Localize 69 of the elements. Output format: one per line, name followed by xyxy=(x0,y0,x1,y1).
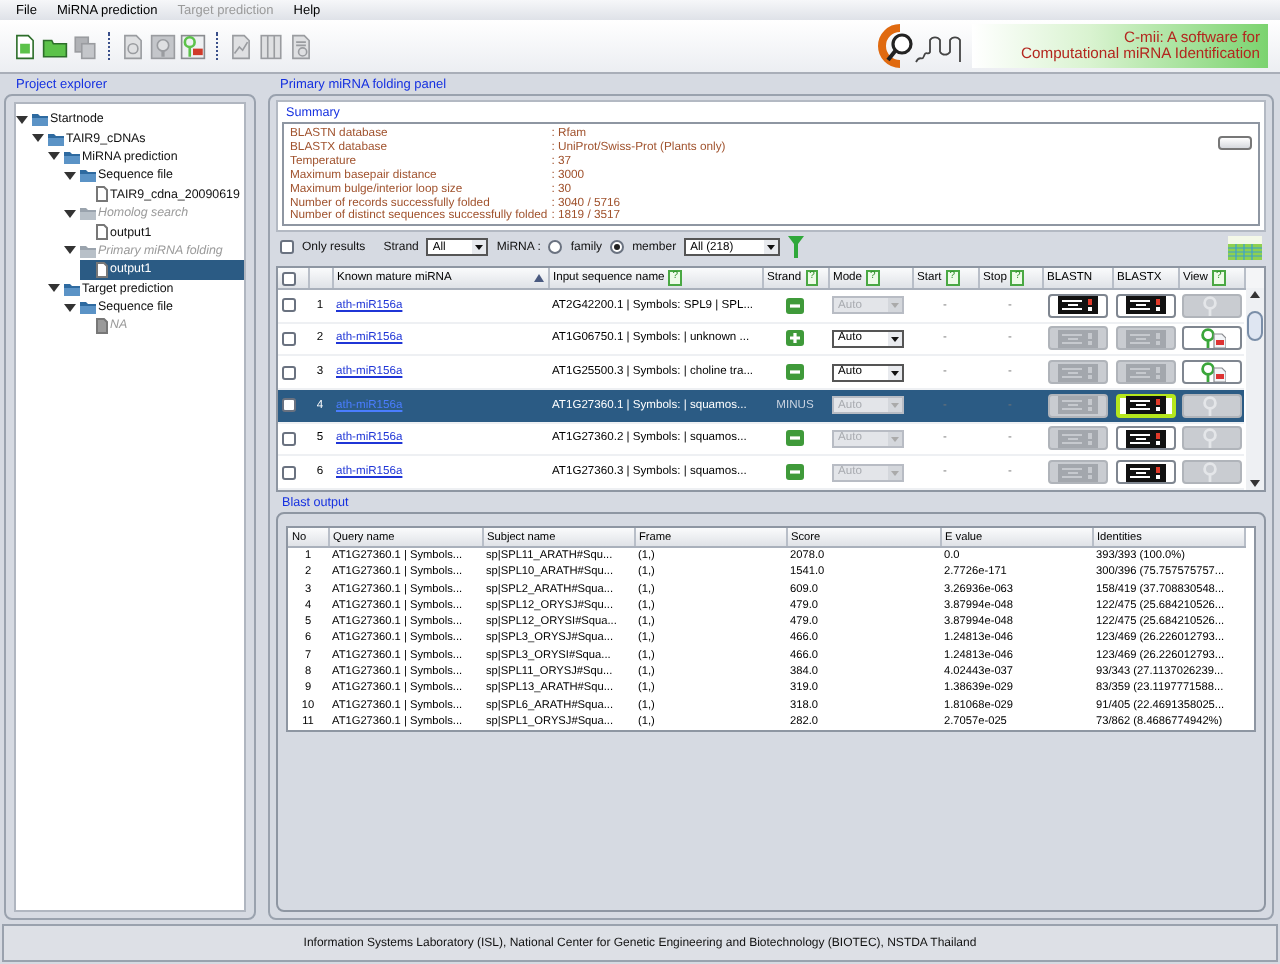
alignment-icon xyxy=(1126,329,1166,348)
file-icon xyxy=(95,186,107,203)
minus-icon xyxy=(786,430,804,447)
more-button[interactable] xyxy=(1218,136,1252,150)
blastx-button[interactable] xyxy=(1116,293,1176,318)
scrollbar[interactable] xyxy=(1245,288,1263,490)
view-button[interactable] xyxy=(1182,393,1242,418)
sequence-grid-icon xyxy=(1228,235,1262,259)
folder-icon xyxy=(63,281,79,296)
folder-icon xyxy=(79,168,95,183)
dropdown-arrow-icon xyxy=(888,465,902,480)
radio-button[interactable] xyxy=(610,240,625,254)
expand-arrow-icon[interactable] xyxy=(64,301,76,314)
alignment-icon xyxy=(1057,429,1097,448)
folder-icon xyxy=(63,149,79,164)
file-icon xyxy=(95,317,107,334)
dropdown-arrow-icon xyxy=(888,298,902,313)
radio-button[interactable] xyxy=(548,240,563,254)
file-icon xyxy=(95,261,107,278)
logo-drawing xyxy=(872,22,964,70)
alignment-icon xyxy=(1057,396,1097,415)
expand-arrow-icon[interactable] xyxy=(48,282,60,295)
only-results-checkbox[interactable] xyxy=(280,240,294,254)
row-checkbox[interactable] xyxy=(282,331,296,346)
select-all-checkbox[interactable] xyxy=(282,271,296,285)
filter-icon xyxy=(788,236,805,258)
minus-icon xyxy=(786,364,804,381)
row-checkbox[interactable] xyxy=(282,398,296,413)
dropdown-arrow-icon xyxy=(764,240,779,254)
alignment-icon xyxy=(1057,363,1097,382)
expand-arrow-icon[interactable] xyxy=(16,113,28,126)
dropdown-arrow-icon xyxy=(888,365,902,380)
row-checkbox[interactable] xyxy=(282,465,296,480)
document-icon[interactable] xyxy=(12,33,38,59)
alignment-icon xyxy=(1126,363,1166,382)
row-checkbox[interactable] xyxy=(282,431,296,446)
minus-icon xyxy=(786,297,804,314)
blastx-button[interactable] xyxy=(1116,426,1176,451)
blastn-button[interactable] xyxy=(1047,293,1107,318)
view-button[interactable] xyxy=(1182,326,1242,351)
alignment-icon xyxy=(1057,296,1097,315)
dropdown-arrow-icon xyxy=(888,398,902,413)
alignment-icon xyxy=(1126,463,1166,482)
expand-arrow-icon[interactable] xyxy=(32,132,44,145)
folder-icon xyxy=(79,300,95,315)
view-button[interactable] xyxy=(1182,360,1242,385)
folder-icon xyxy=(31,112,47,127)
pin-icon[interactable] xyxy=(180,33,206,59)
alignment-icon xyxy=(1126,296,1166,315)
pin-icon xyxy=(1198,328,1226,349)
dropdown-arrow-icon xyxy=(888,431,902,446)
alignment-icon xyxy=(1126,429,1166,448)
plus-icon xyxy=(786,330,804,347)
folder-icon xyxy=(79,243,95,258)
dropdown-arrow-icon xyxy=(888,331,902,346)
expand-arrow-icon[interactable] xyxy=(48,150,60,163)
alignment-icon xyxy=(1057,329,1097,348)
row-checkbox[interactable] xyxy=(282,298,296,313)
minus-icon xyxy=(786,464,804,481)
folder-icon xyxy=(79,206,95,221)
alignment-icon xyxy=(1057,463,1097,482)
folder-icon xyxy=(47,131,63,146)
row-checkbox[interactable] xyxy=(282,365,296,380)
file-icon xyxy=(95,224,107,241)
pin-icon xyxy=(1198,362,1226,383)
expand-arrow-icon[interactable] xyxy=(64,169,76,182)
alignment-icon xyxy=(1126,396,1166,415)
dropdown-arrow-icon xyxy=(472,240,487,254)
blastx-button[interactable] xyxy=(1116,460,1176,485)
